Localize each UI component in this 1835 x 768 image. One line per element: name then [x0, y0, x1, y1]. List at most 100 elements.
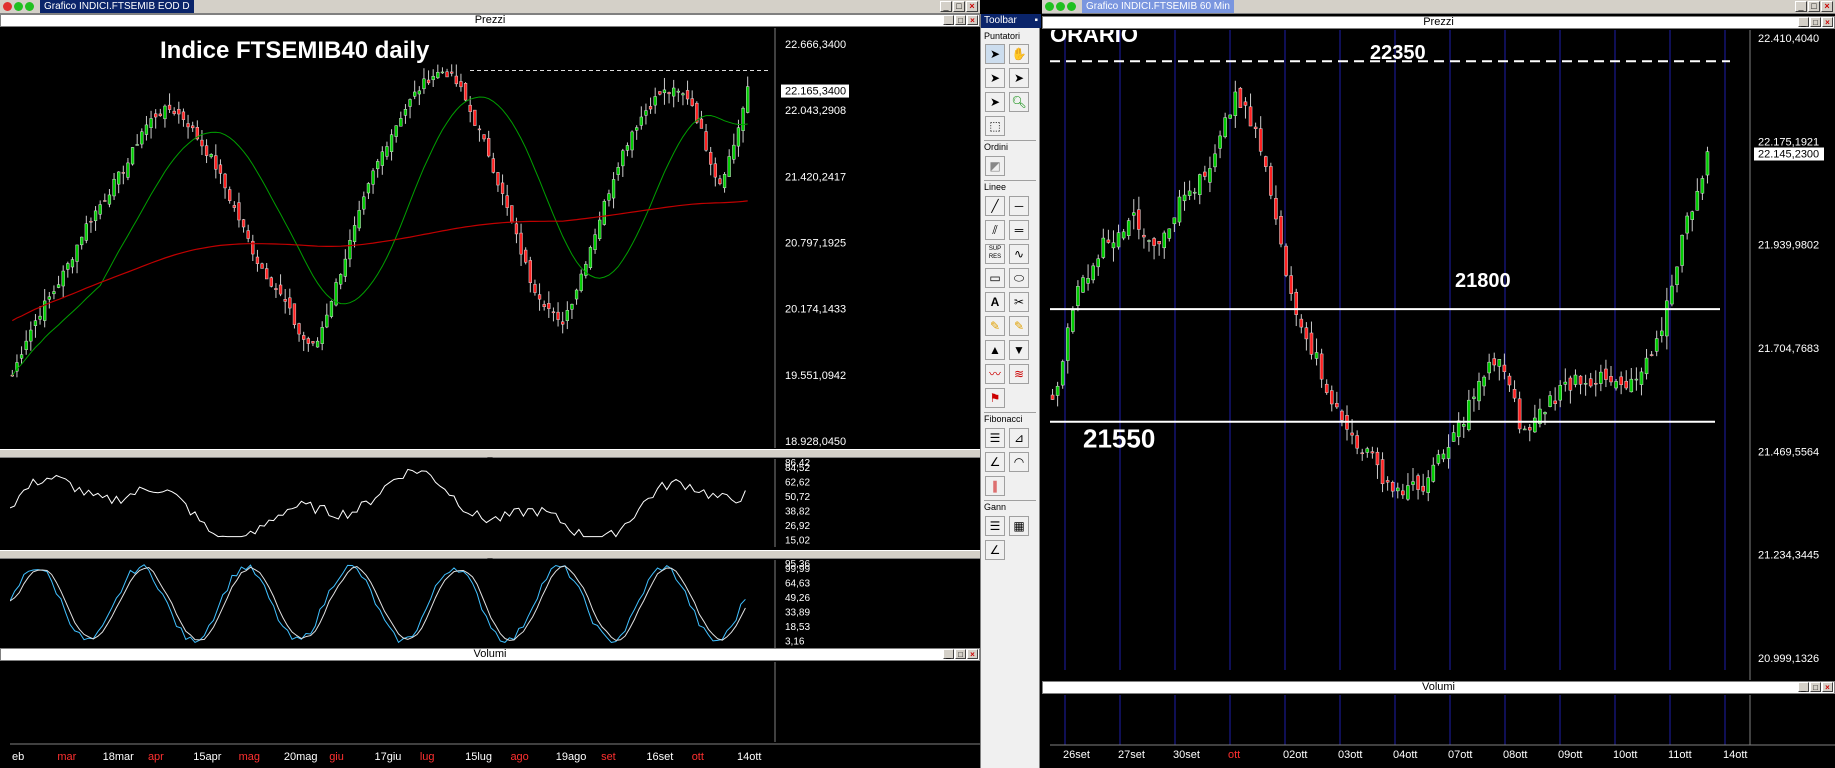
candle	[732, 144, 736, 160]
fibonacci-time-tool-button[interactable]: ∥	[985, 476, 1005, 496]
minimize-button[interactable]: _	[940, 1, 952, 12]
pointer-plus-tool-button[interactable]: ➤	[985, 68, 1005, 88]
maximize-button[interactable]: □	[1808, 1, 1820, 12]
parallel-lines-tool-button[interactable]: ═	[1009, 220, 1029, 240]
fibonacci-circles-tool-button[interactable]: ◠	[1009, 452, 1029, 472]
delete-drawing-tool-button[interactable]: ✂	[1009, 292, 1029, 312]
polyline-tool-button[interactable]: ∿	[1009, 244, 1029, 264]
left-prices-pane-header[interactable]: Prezzi _ □ ×	[0, 14, 980, 27]
candle	[547, 303, 551, 309]
pane-maximize-button[interactable]: □	[1810, 682, 1821, 692]
pointer-select-tool-button[interactable]: ➤	[985, 92, 1005, 112]
left-pane-divider-2[interactable]: _	[0, 550, 980, 559]
fibonacci-arcs-tool-button[interactable]: ∠	[985, 452, 1005, 472]
candle	[1096, 258, 1101, 268]
candle	[635, 127, 639, 131]
date-axis-label: 11ott	[1668, 749, 1692, 761]
candle	[616, 167, 620, 175]
support-resistance-tool-button[interactable]: SUP RES	[985, 244, 1005, 264]
close-button[interactable]: ×	[1821, 1, 1833, 12]
candle	[1258, 128, 1263, 152]
pane-maximize-button[interactable]: □	[955, 649, 966, 659]
candle	[681, 93, 685, 96]
hand-tool-button[interactable]: ✋	[1009, 44, 1029, 64]
date-axis-label: 15apr	[193, 751, 221, 763]
fibonacci-retracement-tool-button[interactable]: ☰	[985, 428, 1005, 448]
candle	[1172, 217, 1177, 225]
order-tool-button[interactable]: ◩	[985, 156, 1005, 176]
right-volume-chart[interactable]: 26set 27set 30set ott 02ott 03ott 04ott 07ott 08…	[1050, 695, 1835, 768]
candle	[1335, 403, 1339, 408]
candle	[1446, 447, 1451, 459]
rectangle-tool-button[interactable]: ▭	[985, 268, 1005, 288]
pane-close-button[interactable]: ×	[967, 649, 978, 659]
pane-close-button[interactable]: ×	[1822, 682, 1833, 692]
left-oscillator-chart[interactable]: 86,4284,5262,6250,7238,8226,9215,02	[10, 459, 980, 547]
wave-alt-tool-button[interactable]: ≋	[1009, 364, 1029, 384]
right-volumes-pane-header[interactable]: Volumi _ □ ×	[1042, 681, 1835, 694]
candle	[436, 72, 440, 79]
horizontal-line-tool-button[interactable]: ─	[1009, 196, 1029, 216]
candle	[1218, 135, 1222, 149]
pointer-tool-button[interactable]: ➤	[985, 44, 1005, 64]
pane-close-button[interactable]: ×	[1822, 17, 1833, 27]
candle	[1487, 361, 1491, 374]
pane-minimize-button[interactable]: _	[1798, 17, 1809, 27]
zoom-tool-button[interactable]: 🔍︎	[1009, 92, 1029, 112]
wave-tool-button[interactable]: 〰	[985, 364, 1005, 384]
minimize-button[interactable]: _	[1795, 1, 1807, 12]
pin-icon[interactable]: ▪	[1034, 14, 1038, 28]
left-window-titlebar[interactable]: Grafico INDICI.FTSEMIB EOD D _ □ ×	[0, 0, 980, 14]
left-price-chart[interactable]: Indice FTSEMIB40 daily 22.666,3400 22.043,…	[10, 28, 980, 448]
candle	[1324, 383, 1329, 393]
region-select-tool-button[interactable]: ⬚	[985, 116, 1005, 136]
pane-maximize-button[interactable]: □	[955, 15, 966, 25]
pane-minimize-button[interactable]: _	[943, 649, 954, 659]
right-prices-pane-header[interactable]: Prezzi _ □ ×	[1042, 16, 1835, 29]
candle	[135, 144, 139, 146]
channel-tool-button[interactable]: ⫽	[985, 220, 1005, 240]
ellipse-tool-button[interactable]: ⬭	[1009, 268, 1029, 288]
toolbar-title: Toolbar	[984, 15, 1017, 26]
candle	[1355, 435, 1359, 449]
pencil-alt-tool-button[interactable]: ✎	[1009, 316, 1029, 336]
arrow-up-tool-button[interactable]: ▲	[985, 340, 1005, 360]
close-button[interactable]: ×	[966, 1, 978, 12]
pane-minimize-button[interactable]: _	[1798, 682, 1809, 692]
candle	[126, 162, 130, 178]
arrow-down-tool-button[interactable]: ▼	[1009, 340, 1029, 360]
candle	[426, 79, 431, 84]
left-stochastic-chart[interactable]: 95,3699,9964,6349,2633,8918,533,16	[10, 560, 980, 648]
candle	[1497, 359, 1502, 367]
candle	[1395, 487, 1400, 492]
gann-box-tool-button[interactable]: ▦	[1009, 516, 1029, 536]
trendline-tool-button[interactable]: ╱	[985, 196, 1005, 216]
candle	[1106, 239, 1111, 243]
fibonacci-fan-tool-button[interactable]: ⊿	[1009, 428, 1029, 448]
maximize-button[interactable]: □	[953, 1, 965, 12]
pointer-cross-tool-button[interactable]: ➤	[1009, 68, 1029, 88]
pane-maximize-button[interactable]: □	[1810, 17, 1821, 27]
pane-close-button[interactable]: ×	[967, 15, 978, 25]
right-price-chart[interactable]: 22350 21800 21550 ORARIO 22.410,4040 22.175,1…	[1050, 30, 1835, 680]
left-pane-divider-1[interactable]: _	[0, 449, 980, 458]
candle	[524, 249, 528, 263]
candle	[621, 150, 625, 167]
flag-tool-button[interactable]: ⚑	[985, 388, 1005, 408]
gann-grid-tool-button[interactable]: ☰	[985, 516, 1005, 536]
candle	[1162, 232, 1167, 249]
pencil-tool-button[interactable]: ✎	[985, 316, 1005, 336]
candle	[325, 314, 329, 328]
candle	[1578, 375, 1583, 385]
candle	[1451, 432, 1456, 442]
text-tool-button[interactable]: A	[985, 292, 1005, 312]
gann-fan-tool-button[interactable]: ∠	[985, 540, 1005, 560]
left-volumes-pane-header[interactable]: Volumi _ □ ×	[0, 648, 980, 661]
candle	[1639, 371, 1644, 385]
osc-axis-tick-label: 62,62	[785, 478, 810, 489]
toolbar-header[interactable]: Toolbar ▪	[981, 14, 1041, 28]
right-window-titlebar[interactable]: Grafico INDICI.FTSEMIB 60 Min _ □ ×	[1042, 0, 1835, 14]
stoch-axis-tick-label: 3,16	[785, 637, 805, 648]
pane-minimize-button[interactable]: _	[943, 15, 954, 25]
left-volume-chart[interactable]: eb mar 18mar apr 15apr mag 20mag giu 17giu lug 15l…	[10, 662, 980, 768]
